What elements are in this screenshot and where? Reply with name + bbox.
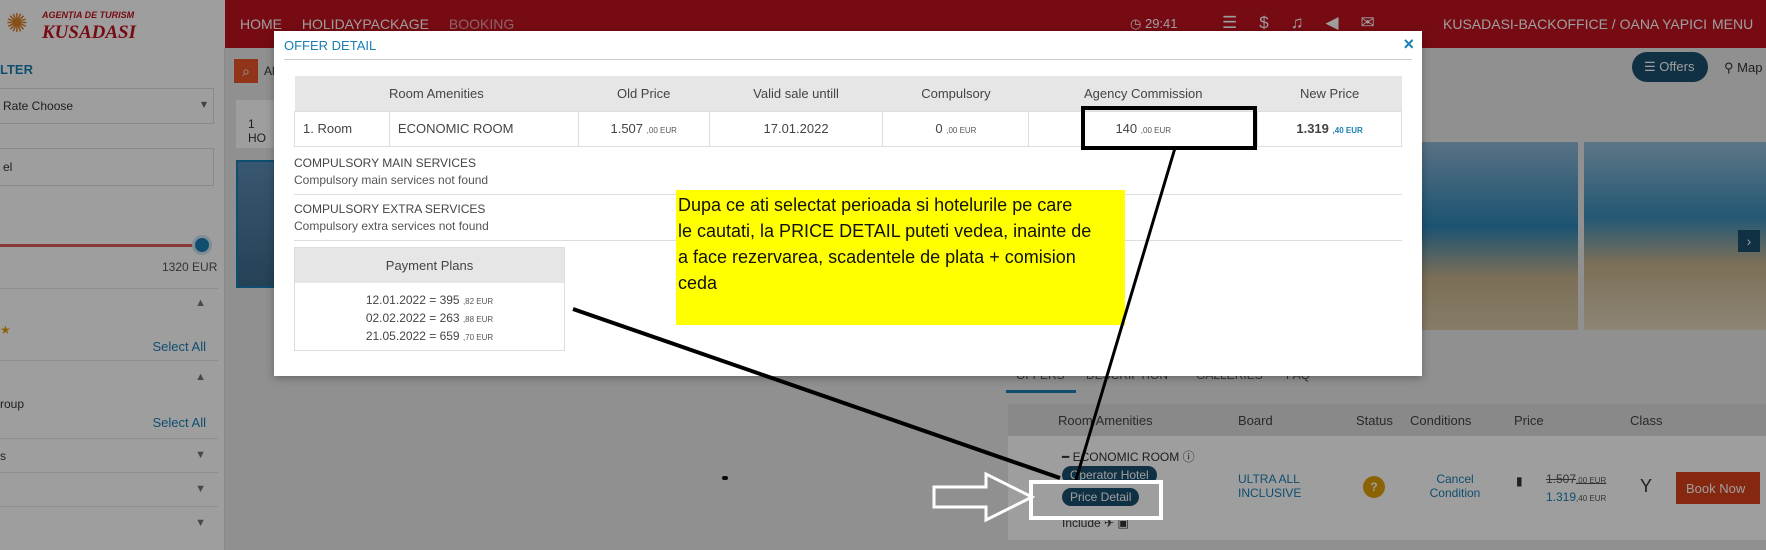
arrow-right-icon [932, 471, 1036, 523]
price-detail-highlight-box [1029, 480, 1163, 520]
annotation-overlay [572, 106, 1257, 523]
commission-highlight-box [1081, 106, 1257, 150]
annotation-line-payment [572, 307, 1061, 480]
annotation-line-commission [1073, 147, 1177, 484]
